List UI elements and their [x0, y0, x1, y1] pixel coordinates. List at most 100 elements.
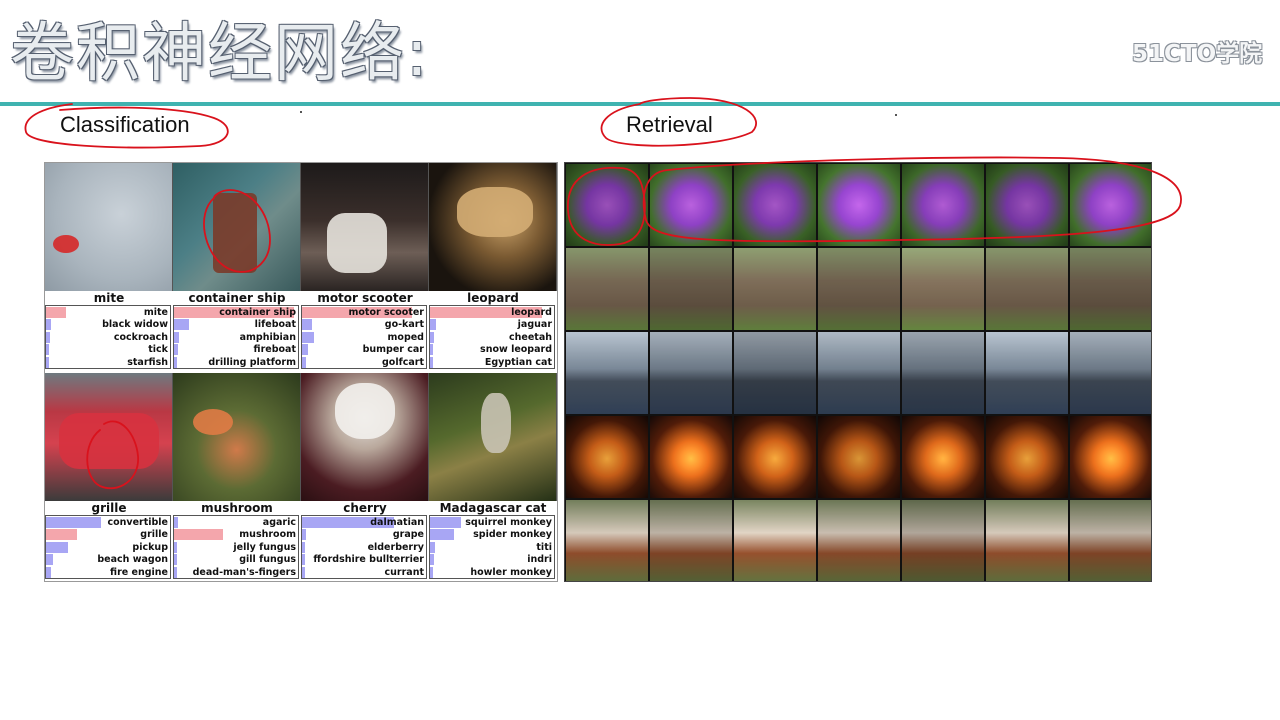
prediction-row: dead-man's-fingers: [174, 566, 298, 579]
prediction-score-bar: [302, 529, 306, 541]
prediction-row: fire engine: [46, 566, 170, 579]
prediction-row: container ship: [174, 306, 298, 319]
prediction-label: agaric: [262, 517, 296, 528]
retrieval-result-image: [818, 500, 900, 581]
retrieval-result-image: [986, 416, 1068, 498]
prediction-label: grille: [140, 529, 168, 541]
prediction-row: Egyptian cat: [430, 356, 554, 369]
classification-photo: [45, 163, 173, 291]
prediction-list: mite black widow cockroach tick starfish: [45, 305, 171, 369]
prediction-score-bar: [174, 541, 177, 553]
prediction-score-bar: [430, 331, 434, 343]
classification-true-label: grille: [91, 501, 127, 515]
retrieval-result-image: [650, 164, 732, 246]
prediction-row: starfish: [46, 356, 170, 369]
retrieval-result-image: [902, 248, 984, 330]
prediction-label: currant: [384, 566, 424, 578]
retrieval-result-image: [1070, 332, 1151, 414]
prediction-label: jelly fungus: [233, 541, 296, 553]
prediction-row: cheetah: [430, 331, 554, 344]
classification-true-label: mushroom: [201, 501, 273, 515]
prediction-score-bar: [46, 554, 53, 566]
classification-true-label: cherry: [343, 501, 387, 515]
prediction-row: spider monkey: [430, 528, 554, 541]
prediction-row: go-kart: [302, 318, 426, 331]
classification-cell: mushroom agaric mushroom jelly fungus gill f…: [173, 373, 301, 581]
prediction-score-bar: [430, 517, 461, 528]
retrieval-result-image: [986, 164, 1068, 246]
prediction-list: agaric mushroom jelly fungus gill fungus dea…: [173, 515, 299, 579]
prediction-label: beach wagon: [97, 554, 168, 566]
classification-cell: mite mite black widow cockroach tick starfish: [45, 163, 173, 371]
title-divider: [0, 102, 1280, 106]
classification-photo: [45, 373, 173, 501]
prediction-label: amphibian: [239, 331, 296, 343]
prediction-score-bar: [430, 554, 434, 566]
retrieval-result-image: [818, 332, 900, 414]
prediction-list: container ship lifeboat amphibian fireboat d…: [173, 305, 299, 369]
prediction-row: mite: [46, 306, 170, 319]
classification-cell: leopard leopard jaguar cheetah snow leopard E…: [429, 163, 557, 371]
classification-cell: Madagascar cat squirrel monkey spider monk…: [429, 373, 557, 581]
prediction-row: grille: [46, 528, 170, 541]
retrieval-result-image: [986, 500, 1068, 581]
classification-photo: [301, 373, 429, 501]
prediction-score-bar: [174, 529, 223, 541]
retrieval-result-image: [902, 332, 984, 414]
prediction-label: bumper car: [362, 344, 424, 356]
photo-subject: [481, 393, 511, 453]
prediction-score-bar: [430, 541, 435, 553]
prediction-row: bumper car: [302, 343, 426, 356]
prediction-score-bar: [174, 566, 177, 578]
prediction-row: amphibian: [174, 331, 298, 344]
prediction-row: pickup: [46, 541, 170, 554]
retrieval-result-image: [986, 248, 1068, 330]
prediction-row: elderberry: [302, 541, 426, 554]
classification-cell: container ship container ship lifeboat amph…: [173, 163, 301, 371]
prediction-label: spider monkey: [473, 529, 552, 541]
prediction-label: ffordshire bullterrier: [313, 554, 424, 566]
retrieval-label: Retrieval: [626, 112, 713, 137]
prediction-label: howler monkey: [470, 566, 552, 578]
prediction-label: elderberry: [367, 541, 424, 553]
prediction-label: indri: [527, 554, 552, 566]
retrieval-query-image: [566, 416, 648, 498]
retrieval-result-image: [818, 248, 900, 330]
retrieval-result-image: [902, 500, 984, 581]
classification-photo: [429, 373, 557, 501]
retrieval-result-image: [1070, 248, 1151, 330]
classification-cell: motor scooter motor scooter go-kart moped bu…: [301, 163, 429, 371]
photo-subject: [327, 213, 387, 273]
prediction-row: titi: [430, 541, 554, 554]
retrieval-result-image: [650, 248, 732, 330]
prediction-score-bar: [302, 541, 305, 553]
classification-true-label: container ship: [188, 291, 286, 305]
slide-title: 卷积神经网络:: [10, 17, 430, 91]
classification-true-label: mite: [93, 291, 125, 305]
prediction-row: beach wagon: [46, 553, 170, 566]
prediction-label: mushroom: [239, 529, 296, 541]
photo-subject: [335, 383, 395, 439]
prediction-row: currant: [302, 566, 426, 579]
prediction-list: dalmatian grape elderberry ffordshire bullt…: [301, 515, 427, 579]
prediction-label: dead-man's-fingers: [192, 566, 296, 578]
prediction-score-bar: [46, 319, 51, 331]
classification-photo: [173, 373, 301, 501]
prediction-score-bar: [46, 517, 101, 528]
prediction-row: dalmatian: [302, 516, 426, 529]
retrieval-result-image: [734, 416, 816, 498]
prediction-label: golfcart: [382, 356, 424, 368]
retrieval-grid: [564, 162, 1152, 582]
prediction-list: convertible grille pickup beach wagon fire e…: [45, 515, 171, 579]
retrieval-query-image: [566, 248, 648, 330]
prediction-score-bar: [430, 566, 433, 578]
prediction-label: titi: [536, 541, 552, 553]
prediction-score-bar: [174, 356, 177, 368]
prediction-row: fireboat: [174, 343, 298, 356]
prediction-row: golfcart: [302, 356, 426, 369]
prediction-score-bar: [302, 344, 308, 356]
prediction-score-bar: [430, 356, 433, 368]
prediction-row: indri: [430, 553, 554, 566]
prediction-row: moped: [302, 331, 426, 344]
classification-cell: cherry dalmatian grape elderberry ffordshire…: [301, 373, 429, 581]
